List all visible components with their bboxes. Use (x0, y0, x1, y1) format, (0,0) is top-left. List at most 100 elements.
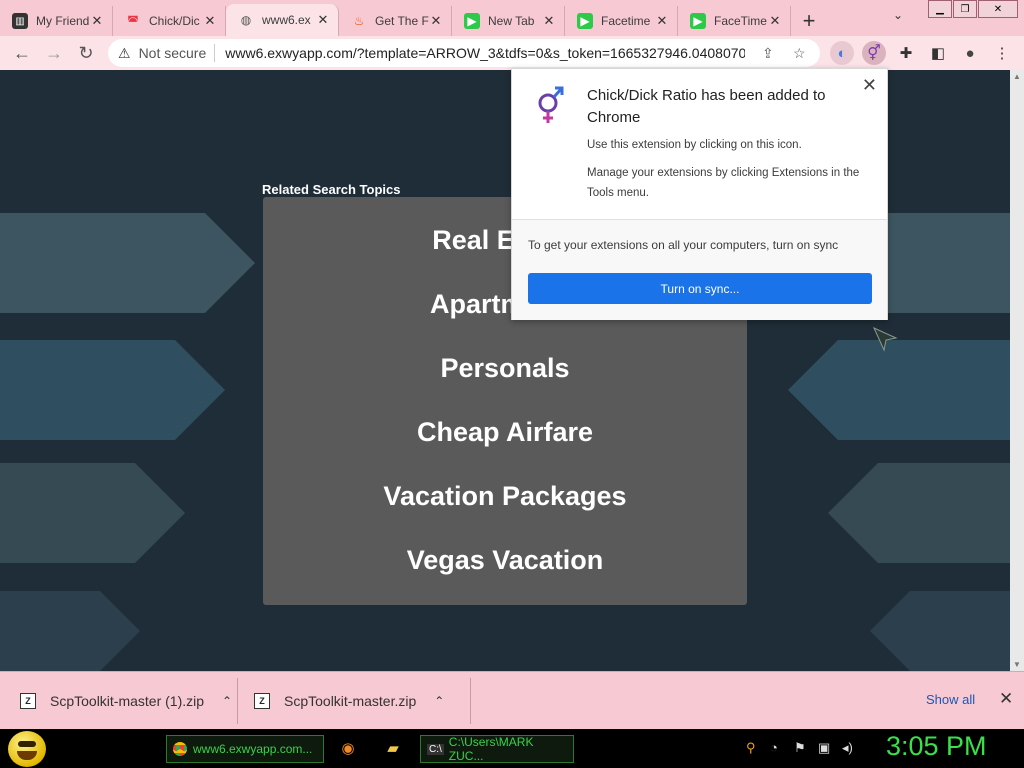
close-icon[interactable]: ✕ (90, 13, 104, 29)
tab-label: My Friend (36, 14, 90, 28)
tab-my-friend[interactable]: ▥ My Friend ✕ (0, 6, 113, 36)
tab-facetime[interactable]: ▶ Facetime ✕ (565, 6, 678, 36)
turn-on-sync-button[interactable]: Turn on sync... (528, 273, 872, 304)
taskbar: www6.exwyapp.com... ◉ ▰ C:\ C:\Users\MAR… (0, 729, 1024, 768)
new-tab-button[interactable]: + (791, 6, 827, 36)
forward-icon[interactable]: → (38, 37, 70, 69)
tab-search-icon[interactable]: ⌄ (893, 8, 903, 22)
minimize-icon[interactable]: ▁ (928, 0, 952, 18)
topic-link[interactable]: Vegas Vacation (263, 545, 747, 576)
mouse-cursor-icon (872, 326, 898, 352)
arrow-shape (0, 463, 185, 563)
download-item[interactable]: Z ScpToolkit-master.zip ⌃ (254, 678, 444, 724)
close-icon[interactable]: ✕ (862, 75, 877, 96)
warning-icon: ⚠ (118, 44, 131, 61)
flag-icon[interactable]: ⚑ (794, 740, 806, 756)
popup-footer: To get your extensions on all your compu… (512, 220, 887, 320)
popup-line: Use this extension by clicking on this i… (587, 139, 802, 151)
topic-link[interactable]: Vacation Packages (263, 481, 747, 512)
popup-line: Manage your extensions by clicking Exten… (587, 167, 860, 199)
scrollbar[interactable]: ▲ ▼ (1010, 70, 1024, 671)
menu-icon[interactable]: ⋮ (990, 41, 1014, 65)
download-name: ScpToolkit-master.zip (284, 693, 417, 709)
profile-icon[interactable]: ● (958, 41, 982, 65)
related-search-title: Related Search Topics (262, 182, 401, 197)
tab-label: Get The F (375, 14, 429, 28)
close-icon[interactable]: ✕ (429, 13, 443, 29)
start-smiley-icon[interactable] (8, 731, 46, 767)
security-label: Not secure (138, 45, 207, 61)
search-icon[interactable]: ⚲ (746, 740, 756, 756)
taskbar-app-label: C:\Users\MARK ZUC... (448, 735, 534, 763)
fire-icon: ♨ (353, 14, 365, 28)
chevron-up-icon[interactable]: ⌃ (222, 694, 232, 708)
tab-chick-dick[interactable]: ◚ Chick/Dic ✕ (113, 6, 226, 36)
book-icon: ▥ (12, 13, 28, 29)
arrow-shape (828, 463, 1010, 563)
taskbar-app-chrome[interactable]: www6.exwyapp.com... (166, 735, 324, 763)
tab-label: New Tab (488, 14, 535, 28)
downloads-bar: Z ScpToolkit-master (1).zip ⌃ Z ScpToolk… (0, 671, 1024, 729)
close-icon[interactable]: ✕ (999, 689, 1013, 709)
arrow-shape (880, 213, 1010, 313)
clock[interactable]: 3:05 PM (886, 731, 987, 762)
window-close-icon[interactable]: ✕ (978, 0, 1018, 18)
extension-icon[interactable]: ◐ (830, 41, 854, 65)
facetime-icon: ▶ (690, 13, 706, 29)
folder-icon[interactable]: ▰ (383, 738, 403, 758)
show-all-link[interactable]: Show all (926, 692, 975, 707)
back-icon[interactable]: ← (6, 37, 38, 69)
globe-icon: ◍ (240, 13, 252, 27)
tab-new-tab[interactable]: ▶ New Tab ✕ (452, 6, 565, 36)
close-icon[interactable]: ✕ (655, 13, 669, 29)
tab-www6[interactable]: ◍ www6.ex ✕ (226, 4, 339, 36)
tab-label: FaceTime (714, 14, 767, 28)
chat-icon[interactable]: ◔ (770, 740, 778, 755)
arrow-shape (0, 213, 255, 313)
facetime-icon: ▶ (577, 13, 593, 29)
topic-link[interactable]: Cheap Airfare (263, 417, 747, 448)
divider (214, 44, 216, 62)
taskbar-app-terminal[interactable]: C:\ C:\Users\MARK ZUC... (420, 735, 574, 763)
download-item[interactable]: Z ScpToolkit-master (1).zip ⌃ (20, 678, 232, 724)
gender-symbol-icon[interactable]: ⚥ (862, 41, 886, 65)
arrow-shape (0, 340, 225, 440)
share-icon[interactable]: ⇪ (762, 45, 774, 62)
taskbar-app-label: www6.exwyapp.com... (193, 742, 313, 756)
divider (470, 678, 471, 724)
gender-symbol-icon (538, 86, 564, 123)
download-name: ScpToolkit-master (1).zip (50, 693, 205, 709)
url-text[interactable]: www6.exwyapp.com/?template=ARROW_3&tdfs=… (225, 45, 745, 61)
close-icon[interactable]: ✕ (768, 13, 782, 29)
firefox-icon[interactable]: ◉ (338, 738, 358, 758)
terminal-icon: C:\ (427, 743, 444, 755)
sync-text: To get your extensions on all your compu… (528, 238, 839, 252)
restore-icon[interactable]: ❐ (953, 0, 977, 18)
network-icon[interactable]: ▣ (818, 740, 830, 756)
puzzle-icon[interactable]: ✚ (894, 41, 918, 65)
chevron-up-icon[interactable]: ⌃ (434, 694, 444, 708)
tab-facetime-2[interactable]: ▶ FaceTime ✕ (678, 6, 791, 36)
arrow-shape (870, 591, 1010, 671)
popup-title: Chick/Dick Ratio has been added to Chrom… (587, 87, 826, 126)
arrow-shape (0, 591, 140, 671)
rainbow-icon: ◚ (127, 14, 139, 28)
extension-added-popup: Chick/Dick Ratio has been added to Chrom… (511, 68, 888, 320)
close-icon[interactable]: ✕ (316, 12, 330, 28)
scroll-down-icon[interactable]: ▼ (1013, 660, 1021, 669)
facetime-icon: ▶ (464, 13, 480, 29)
scroll-up-icon[interactable]: ▲ (1013, 72, 1021, 81)
tab-label: Facetime (601, 14, 651, 28)
volume-icon[interactable]: ◂) (842, 740, 853, 756)
side-panel-icon[interactable]: ◧ (926, 41, 950, 65)
chrome-icon (173, 742, 187, 756)
topic-link[interactable]: Personals (263, 353, 747, 384)
reload-icon[interactable]: ↻ (70, 37, 102, 69)
bookmark-star-icon[interactable]: ☆ (793, 45, 806, 62)
tab-label: www6.ex (262, 13, 311, 27)
address-bar[interactable]: ⚠ Not secure www6.exwyapp.com/?template=… (108, 39, 820, 67)
close-icon[interactable]: ✕ (203, 13, 217, 29)
close-icon[interactable]: ✕ (542, 13, 556, 29)
arrow-shape (788, 340, 1010, 440)
tab-get-the[interactable]: ♨ Get The F ✕ (339, 6, 452, 36)
